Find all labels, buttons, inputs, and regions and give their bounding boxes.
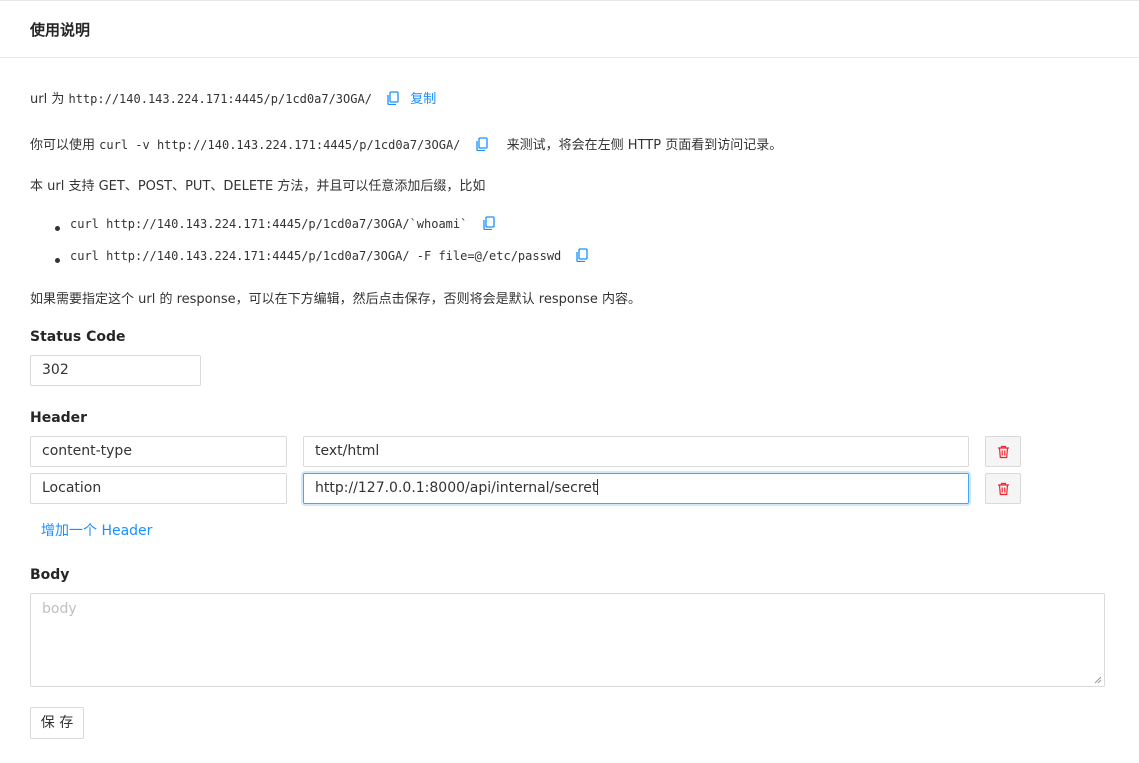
delete-header-button[interactable] xyxy=(985,436,1021,467)
example-command: curl http://140.143.224.171:4445/p/1cd0a… xyxy=(70,217,468,231)
resize-handle-icon[interactable] xyxy=(1094,676,1102,684)
header-key-input[interactable]: content-type xyxy=(30,436,287,467)
body-label: Body xyxy=(30,567,70,583)
add-header-link[interactable]: 增加一个 Header xyxy=(41,520,152,540)
example-item: curl http://140.143.224.171:4445/p/1cd0a… xyxy=(70,248,589,264)
delete-header-button[interactable] xyxy=(985,473,1021,504)
test-command: curl -v http://140.143.224.171:4445/p/1c… xyxy=(99,138,461,152)
body-textarea[interactable]: body xyxy=(30,593,1105,687)
test-prefix: 你可以使用 xyxy=(30,138,96,153)
url-prefix: url 为 xyxy=(30,92,65,107)
copy-icon[interactable] xyxy=(475,137,489,151)
copy-icon[interactable] xyxy=(575,248,589,262)
test-suffix: 来测试，将会在左侧 HTTP 页面看到访问记录。 xyxy=(506,138,783,153)
copy-icon[interactable] xyxy=(482,216,496,230)
copy-link[interactable]: 复制 xyxy=(410,92,436,107)
header-value-text: http://127.0.0.1:8000/api/internal/secre… xyxy=(315,480,598,496)
save-button[interactable]: 保 存 xyxy=(30,707,84,739)
header-label: Header xyxy=(30,410,88,426)
delete-icon xyxy=(998,482,1009,496)
header-key-input[interactable]: Location xyxy=(30,473,287,504)
header-value-input-focused[interactable]: http://127.0.0.1:8000/api/internal/secre… xyxy=(303,473,969,504)
url-line: url 为 http://140.143.224.171:4445/p/1cd0… xyxy=(30,88,436,107)
header-value-input[interactable]: text/html xyxy=(303,436,969,467)
copy-icon[interactable] xyxy=(386,91,400,105)
page-title: 使用说明 xyxy=(30,21,91,39)
status-code-input[interactable]: 302 xyxy=(30,355,201,386)
delete-icon xyxy=(998,445,1009,459)
list-bullet xyxy=(55,258,60,263)
example-item: curl http://140.143.224.171:4445/p/1cd0a… xyxy=(70,216,496,232)
list-bullet xyxy=(55,226,60,231)
custom-response-text: 如果需要指定这个 url 的 response，可以在下方编辑，然后点击保存，否… xyxy=(30,292,641,307)
url-value: http://140.143.224.171:4445/p/1cd0a7/3OG… xyxy=(68,92,372,106)
body-placeholder: body xyxy=(42,601,77,617)
test-line: 你可以使用 curl -v http://140.143.224.171:444… xyxy=(30,134,782,153)
example-command: curl http://140.143.224.171:4445/p/1cd0a… xyxy=(70,249,562,263)
panel-header: 使用说明 xyxy=(0,1,1139,58)
text-caret xyxy=(597,479,599,495)
status-code-label: Status Code xyxy=(30,329,126,345)
support-text: 本 url 支持 GET、POST、PUT、DELETE 方法，并且可以任意添加… xyxy=(30,179,486,194)
